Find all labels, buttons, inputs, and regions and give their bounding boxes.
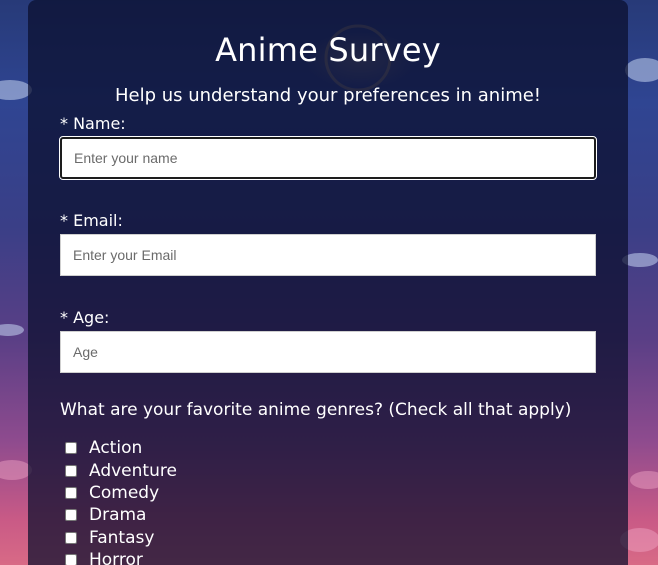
email-field-group: * Email: (60, 211, 596, 276)
genre-checkbox-adventure[interactable] (65, 464, 77, 477)
genre-label-comedy: Comedy (89, 482, 160, 503)
genre-checkbox-fantasy[interactable] (65, 531, 77, 544)
genre-label-adventure: Adventure (89, 460, 177, 481)
name-label: * Name: (60, 114, 126, 133)
genre-checkbox-horror[interactable] (65, 554, 77, 565)
genres-list: Action Adventure Comedy Drama Fantasy Ho… (60, 437, 596, 565)
genre-label-horror: Horror (89, 550, 143, 565)
name-input[interactable] (59, 136, 597, 180)
genre-item-adventure: Adventure (60, 459, 596, 481)
age-label: * Age: (60, 308, 110, 327)
genre-checkbox-action[interactable] (65, 442, 77, 455)
genres-question: What are your favorite anime genres? (Ch… (60, 400, 572, 420)
age-input[interactable] (60, 331, 596, 373)
email-label: * Email: (60, 211, 123, 230)
genre-label-drama: Drama (89, 505, 147, 526)
genre-checkbox-drama[interactable] (65, 509, 77, 522)
email-input[interactable] (60, 234, 596, 276)
genre-item-action: Action (60, 437, 596, 459)
genre-item-comedy: Comedy (60, 482, 596, 504)
name-field-group: * Name: (59, 114, 597, 180)
survey-card: Anime Survey Help us understand your pre… (28, 0, 628, 565)
age-field-group: * Age: (60, 308, 596, 373)
genre-item-fantasy: Fantasy (60, 527, 596, 549)
genre-item-horror: Horror (60, 549, 596, 565)
genre-checkbox-comedy[interactable] (65, 486, 77, 499)
genre-item-drama: Drama (60, 504, 596, 526)
genre-label-action: Action (89, 438, 143, 459)
page-title: Anime Survey (215, 31, 441, 69)
page-subtitle: Help us understand your preferences in a… (114, 85, 542, 106)
genre-label-fantasy: Fantasy (89, 527, 155, 548)
